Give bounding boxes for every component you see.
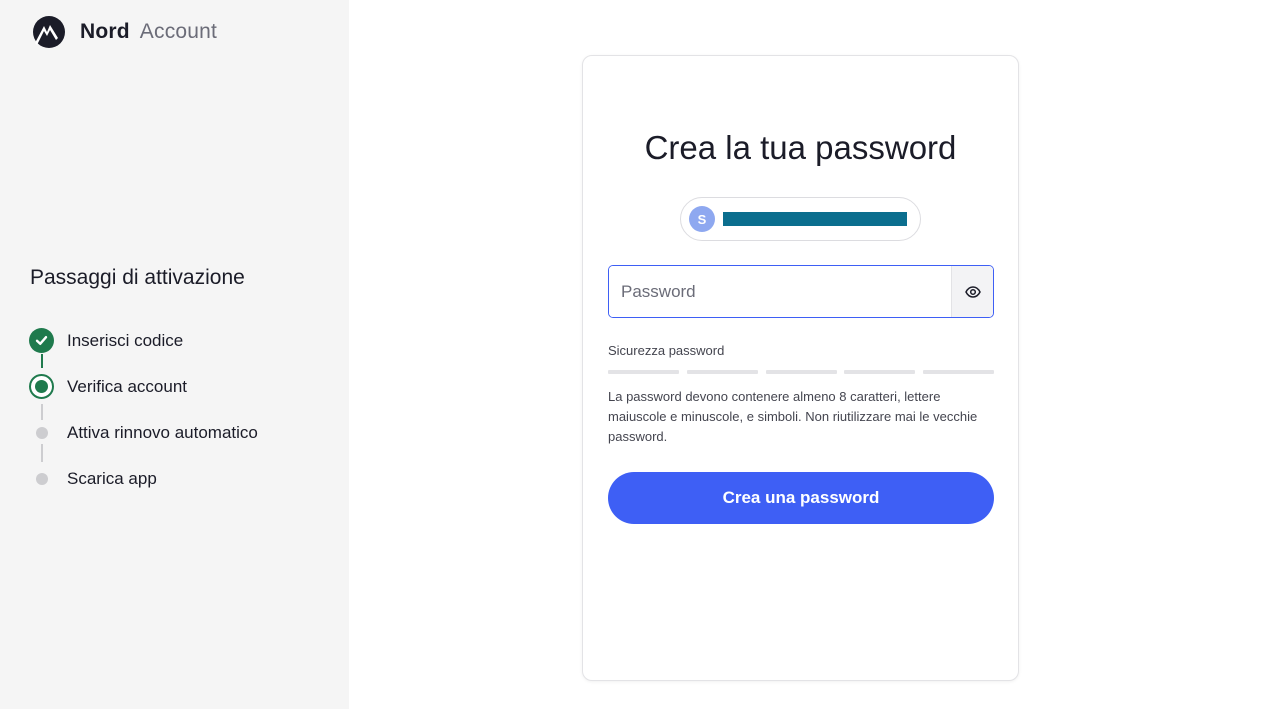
step-verifica-account: Verifica account — [29, 374, 258, 420]
step-connector — [41, 354, 43, 368]
password-strength-meter — [608, 370, 994, 374]
steps-title: Passaggi di attivazione — [30, 266, 245, 289]
step-marker — [29, 328, 54, 353]
step-inserisci-codice: Inserisci codice — [29, 328, 258, 374]
sidebar: Nord Account Passaggi di attivazione Ins… — [0, 0, 349, 709]
step-label: Inserisci codice — [67, 331, 184, 350]
show-password-button[interactable] — [951, 266, 993, 317]
password-requirements-hint: La password devono contenere almeno 8 ca… — [608, 389, 978, 444]
step-marker — [29, 420, 54, 445]
step-marker — [29, 466, 54, 491]
step-label: Scarica app — [67, 469, 157, 488]
password-field — [608, 265, 994, 318]
strength-segment — [923, 370, 994, 374]
strength-segment — [686, 370, 758, 374]
nord-logo-icon — [33, 16, 65, 48]
step-label: Verifica account — [67, 377, 188, 396]
create-password-button[interactable]: Crea una password — [608, 472, 994, 524]
pending-step-icon — [35, 472, 48, 485]
activation-steps: Inserisci codice Verifica account Attiva… — [29, 328, 258, 512]
step-attiva-rinnovo: Attiva rinnovo automatico — [29, 420, 258, 466]
email-redaction — [723, 212, 907, 226]
pending-step-icon — [35, 426, 48, 439]
create-password-card: Crea la tua password S Sicurezza passwor… — [582, 55, 1019, 681]
account-email — [723, 211, 907, 227]
step-label: Attiva rinnovo automatico — [67, 423, 258, 442]
password-input[interactable] — [609, 266, 951, 317]
strength-segment — [844, 370, 916, 374]
brand-name: Nord — [80, 20, 130, 43]
step-marker — [29, 374, 54, 399]
step-scarica-app: Scarica app — [29, 466, 258, 512]
avatar: S — [689, 206, 715, 232]
nord-account-logo[interactable]: Nord Account — [30, 16, 217, 48]
strength-segment — [608, 370, 679, 374]
strength-segment — [765, 370, 837, 374]
step-connector — [41, 404, 43, 420]
current-step-icon — [29, 374, 54, 399]
eye-icon — [964, 285, 981, 298]
password-strength-label: Sicurezza password — [608, 343, 725, 358]
step-connector — [41, 444, 43, 462]
page-title: Crea la tua password — [644, 129, 957, 166]
check-circle-icon — [29, 328, 54, 353]
account-email-chip: S — [680, 197, 921, 241]
product-name: Account — [139, 20, 218, 43]
